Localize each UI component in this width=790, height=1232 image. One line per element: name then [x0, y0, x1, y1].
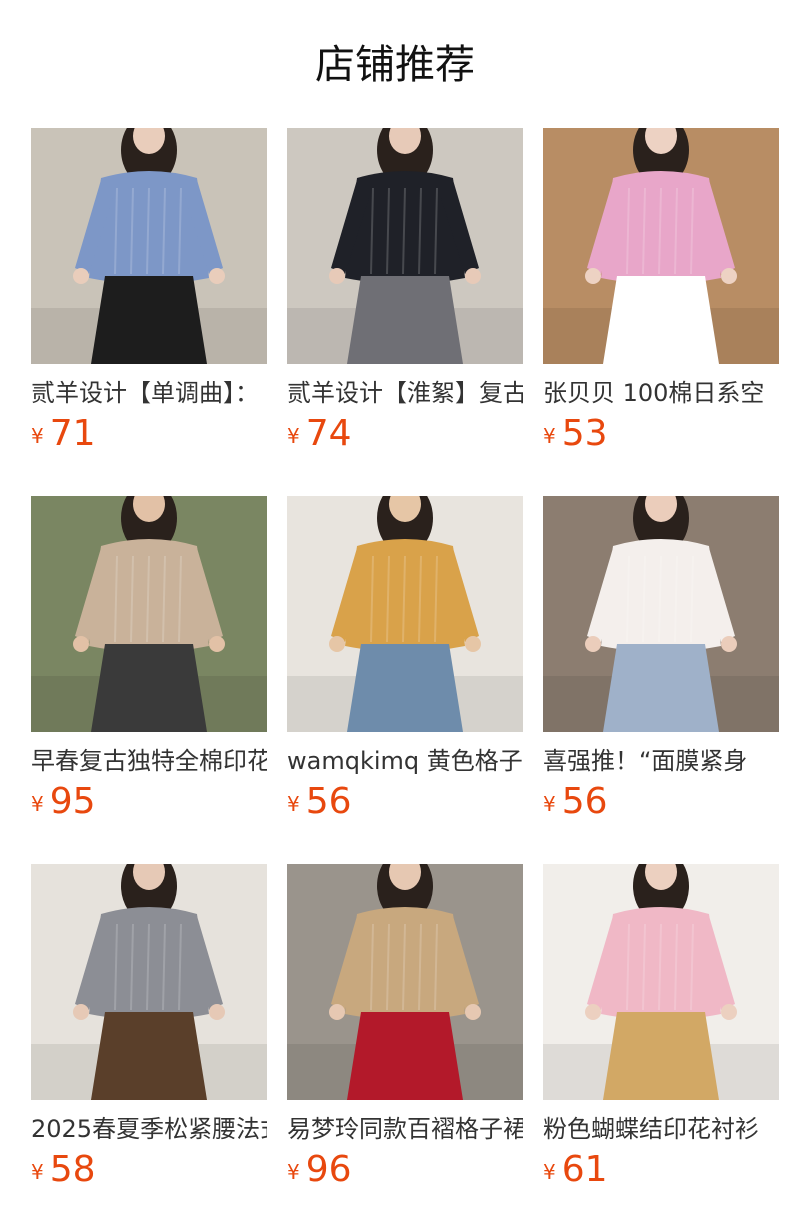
product-name[interactable]: 贰羊设计【单调曲】：: [31, 376, 267, 410]
product-image[interactable]: [543, 128, 779, 364]
price-amount: 95: [49, 781, 96, 822]
product-price: ¥61: [543, 1148, 779, 1192]
product-image[interactable]: [287, 864, 523, 1100]
product-photo: [31, 128, 267, 364]
currency-symbol: ¥: [31, 1160, 44, 1184]
product-price: ¥71: [31, 412, 267, 456]
product-name[interactable]: wamqkimq 黄色格子: [287, 744, 523, 778]
product-photo: [543, 496, 779, 732]
product-card[interactable]: 贰羊设计【单调曲】： ¥71: [31, 128, 267, 496]
currency-symbol: ¥: [287, 792, 300, 816]
currency-symbol: ¥: [287, 424, 300, 448]
product-image[interactable]: [31, 864, 267, 1100]
currency-symbol: ¥: [31, 792, 44, 816]
price-amount: 53: [561, 413, 608, 454]
product-card[interactable]: 早春复古独特全棉印花 ¥95: [31, 496, 267, 864]
price-amount: 56: [305, 781, 352, 822]
product-card[interactable]: 粉色蝴蝶结印花衬衫 ¥61: [543, 864, 779, 1232]
product-price: ¥74: [287, 412, 523, 456]
product-price: ¥53: [543, 412, 779, 456]
product-grid: 贰羊设计【单调曲】： ¥71 贰羊设计【淮絮】复古 ¥74 张贝贝 100棉日系…: [31, 128, 779, 1232]
currency-symbol: ¥: [31, 424, 44, 448]
product-card[interactable]: wamqkimq 黄色格子 ¥56: [287, 496, 523, 864]
product-photo: [287, 864, 523, 1100]
page-title: 店铺推荐: [315, 42, 475, 88]
product-image[interactable]: [287, 496, 523, 732]
product-name[interactable]: 早春复古独特全棉印花: [31, 744, 267, 778]
product-card[interactable]: 贰羊设计【淮絮】复古 ¥74: [287, 128, 523, 496]
product-name[interactable]: 喜强推！“面膜紧身: [543, 744, 779, 778]
product-photo: [287, 496, 523, 732]
product-image[interactable]: [543, 864, 779, 1100]
product-name[interactable]: 贰羊设计【淮絮】复古: [287, 376, 523, 410]
product-photo: [31, 864, 267, 1100]
product-photo: [543, 128, 779, 364]
product-card[interactable]: 易梦玲同款百褶格子裙 ¥96: [287, 864, 523, 1232]
product-name[interactable]: 易梦玲同款百褶格子裙: [287, 1112, 523, 1146]
currency-symbol: ¥: [543, 792, 556, 816]
product-card[interactable]: 喜强推！“面膜紧身 ¥56: [543, 496, 779, 864]
product-card[interactable]: 张贝贝 100棉日系空 ¥53: [543, 128, 779, 496]
price-amount: 71: [49, 413, 96, 454]
product-price: ¥58: [31, 1148, 267, 1192]
product-price: ¥56: [287, 780, 523, 824]
product-photo: [543, 864, 779, 1100]
price-amount: 96: [305, 1149, 352, 1190]
product-price: ¥56: [543, 780, 779, 824]
price-amount: 58: [49, 1149, 96, 1190]
price-amount: 61: [561, 1149, 608, 1190]
product-photo: [287, 128, 523, 364]
price-amount: 56: [561, 781, 608, 822]
product-image[interactable]: [31, 128, 267, 364]
product-name[interactable]: 张贝贝 100棉日系空: [543, 376, 779, 410]
currency-symbol: ¥: [543, 1160, 556, 1184]
product-card[interactable]: 2025春夏季松紧腰法式 ¥58: [31, 864, 267, 1232]
product-price: ¥96: [287, 1148, 523, 1192]
product-photo: [31, 496, 267, 732]
currency-symbol: ¥: [287, 1160, 300, 1184]
product-image[interactable]: [543, 496, 779, 732]
currency-symbol: ¥: [543, 424, 556, 448]
price-amount: 74: [305, 413, 352, 454]
product-name[interactable]: 2025春夏季松紧腰法式: [31, 1112, 267, 1146]
product-image[interactable]: [31, 496, 267, 732]
product-price: ¥95: [31, 780, 267, 824]
product-image[interactable]: [287, 128, 523, 364]
product-name[interactable]: 粉色蝴蝶结印花衬衫: [543, 1112, 779, 1146]
